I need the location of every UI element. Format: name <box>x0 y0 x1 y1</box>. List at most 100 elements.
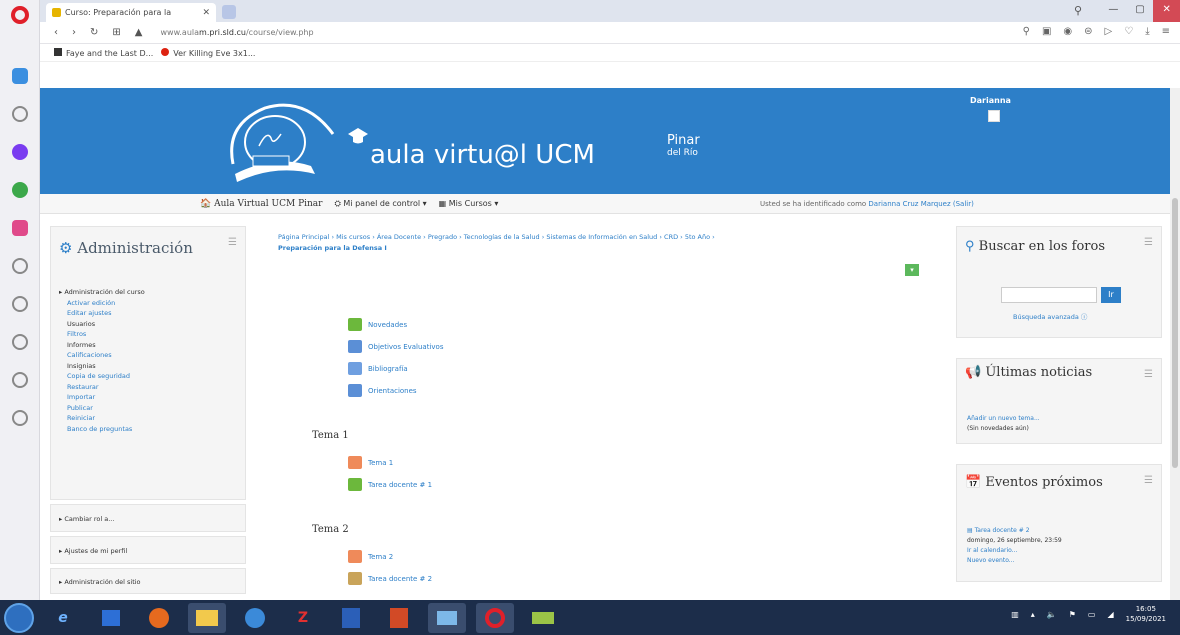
edit-menu-button[interactable]: ▾ <box>905 264 919 276</box>
warning-icon[interactable]: ▲ <box>135 27 143 38</box>
site-logo-text[interactable]: aula virtu@l UCM <box>370 140 595 170</box>
admin-item[interactable]: Banco de preguntas <box>59 424 145 435</box>
messenger-icon[interactable] <box>11 144 28 160</box>
help-icon[interactable]: ⓘ <box>1081 313 1088 321</box>
admin-item[interactable]: Reiniciar <box>59 413 145 424</box>
block-menu-icon[interactable]: ☰ <box>1144 369 1153 380</box>
opera-logo-icon[interactable] <box>10 6 29 24</box>
books-app-icon[interactable] <box>524 603 562 633</box>
resource-link[interactable]: Tema 1 <box>348 456 393 469</box>
block-menu-icon[interactable]: ☰ <box>1144 237 1153 248</box>
login-user-link[interactable]: Darianna Cruz Marquez (Salir) <box>868 200 973 208</box>
tray-signal-icon[interactable]: ◢ <box>1107 610 1113 619</box>
breadcrumb-current[interactable]: Preparación para la Defensa I <box>278 244 387 252</box>
course-admin-node[interactable]: ▸ Administración del curso <box>59 287 145 298</box>
new-event-link[interactable]: Nuevo evento... <box>967 557 1015 564</box>
wallet-icon[interactable]: ⊜ <box>1084 26 1092 37</box>
admin-item[interactable]: Copia de seguridad <box>59 371 145 382</box>
camera-icon[interactable]: ◉ <box>1063 26 1072 37</box>
resource-link[interactable]: Objetivos Evaluativos <box>348 340 443 353</box>
word-icon[interactable] <box>332 603 370 633</box>
close-tab-icon[interactable]: ✕ <box>202 8 210 18</box>
admin-item[interactable]: Importar <box>59 392 145 403</box>
block-menu-icon[interactable]: ☰ <box>228 237 237 248</box>
admin-item[interactable]: Insignias <box>59 361 145 372</box>
search-tabs-icon[interactable]: ⚲ <box>1074 4 1088 18</box>
start-button[interactable] <box>4 602 34 633</box>
pin-icon[interactable] <box>11 410 28 426</box>
add-topic-link[interactable]: Añadir un nuevo tema... <box>967 415 1040 422</box>
taskbar-clock[interactable]: 16:05 15/09/2021 <box>1126 604 1166 624</box>
scrollbar-thumb[interactable] <box>1172 198 1178 468</box>
download-icon[interactable]: ⤓ <box>1145 26 1149 37</box>
ucm-emblem-icon[interactable] <box>215 94 345 186</box>
resource-link[interactable]: Tarea docente # 2 <box>348 572 432 585</box>
admin-item[interactable]: Editar ajustes <box>59 308 145 319</box>
admin-item[interactable]: Usuarios <box>59 319 145 330</box>
admin-item[interactable]: Activar edición <box>59 298 145 309</box>
go-calendar-link[interactable]: Ir al calendario... <box>967 547 1017 554</box>
menu-icon[interactable]: ≡ <box>1162 26 1170 37</box>
browser-tab[interactable]: Curso: Preparación para la ✕ <box>46 3 216 22</box>
forward-icon[interactable]: › <box>72 27 76 38</box>
admin-item[interactable]: Filtros <box>59 329 145 340</box>
block-menu-icon[interactable]: ☰ <box>1144 475 1153 486</box>
heart-icon[interactable]: ♡ <box>1124 26 1133 37</box>
heart-icon[interactable] <box>11 334 28 350</box>
avatar[interactable] <box>988 110 1000 122</box>
search-icon[interactable]: ⚲ <box>1023 26 1030 37</box>
nav-my-courses[interactable]: ▦ Mis Cursos ▾ <box>439 199 499 208</box>
event-link[interactable]: ▤ Tarea docente # 2 <box>967 527 1030 534</box>
z-app-icon[interactable]: Z <box>284 603 322 633</box>
firefox-icon[interactable] <box>140 603 178 633</box>
search-input[interactable] <box>1001 287 1097 303</box>
profile-settings-node[interactable]: ▸ Ajustes de mi perfil <box>50 536 246 564</box>
player-icon[interactable] <box>11 296 28 312</box>
site-admin-node[interactable]: ▸ Administración del sitio <box>50 568 246 594</box>
ie-icon[interactable]: e <box>44 603 82 633</box>
opera-taskbar-icon[interactable] <box>476 602 514 633</box>
tabs-grid-icon[interactable]: ⊞ <box>112 27 120 38</box>
history-icon[interactable] <box>11 258 28 274</box>
resource-link[interactable]: Tema 2 <box>348 550 393 563</box>
admin-item[interactable]: Calificaciones <box>59 350 145 361</box>
powerpoint-icon[interactable] <box>380 603 418 633</box>
new-tab-button[interactable] <box>222 5 236 19</box>
admin-item[interactable]: Informes <box>59 340 145 351</box>
nav-home[interactable]: 🏠 Aula Virtual UCM Pinar <box>200 199 322 209</box>
whatsapp-icon[interactable] <box>11 182 28 198</box>
bookmarks-icon[interactable] <box>11 106 28 122</box>
admin-item[interactable]: Publicar <box>59 403 145 414</box>
resource-link[interactable]: Bibliografía <box>348 362 408 375</box>
back-icon[interactable]: ‹ <box>54 27 58 38</box>
tray-flag-icon[interactable]: ⚑ <box>1069 610 1076 619</box>
bookmark-1[interactable]: Faye and the Last D... <box>54 47 153 58</box>
reload-icon[interactable]: ↻ <box>90 27 98 38</box>
page-scrollbar[interactable] <box>1170 88 1180 600</box>
maximize-button[interactable]: ▢ <box>1127 0 1154 22</box>
admin-item[interactable]: Restaurar <box>59 382 145 393</box>
explorer-app-icon[interactable] <box>92 603 130 633</box>
breadcrumb-path[interactable]: Página Principal › Mis cursos › Área Doc… <box>278 233 715 241</box>
nav-dashboard[interactable]: ⛭ Mi panel de control ▾ <box>334 199 426 209</box>
tray-network-icon[interactable]: ▥ <box>1011 610 1019 619</box>
minimize-button[interactable]: — <box>1100 0 1127 22</box>
globe-icon[interactable] <box>236 603 274 633</box>
resource-link[interactable]: Novedades <box>348 318 407 331</box>
speed-dial-icon[interactable] <box>11 68 28 84</box>
tray-volume-icon[interactable]: 🔈 <box>1047 610 1057 619</box>
user-name[interactable]: Darianna <box>970 96 1011 105</box>
close-window-button[interactable]: ✕ <box>1153 0 1180 22</box>
search-go-button[interactable]: Ir <box>1101 287 1121 303</box>
play-icon[interactable]: ▷ <box>1105 26 1113 37</box>
change-role-node[interactable]: ▸ Cambiar rol a... <box>50 504 246 532</box>
instagram-icon[interactable] <box>11 220 28 236</box>
folder-icon[interactable] <box>188 602 226 633</box>
resource-link[interactable]: Tarea docente # 1 <box>348 478 432 491</box>
tray-arrow-icon[interactable]: ▴ <box>1031 610 1035 619</box>
vpn-icon[interactable]: ▣ <box>1042 26 1051 37</box>
bookmark-2[interactable]: Ver Killing Eve 3x1... <box>161 47 255 58</box>
clock-icon[interactable] <box>11 372 28 388</box>
advanced-search-link[interactable]: Búsqueda avanzada ⓘ <box>1013 311 1087 321</box>
network-app-icon[interactable] <box>428 602 466 633</box>
